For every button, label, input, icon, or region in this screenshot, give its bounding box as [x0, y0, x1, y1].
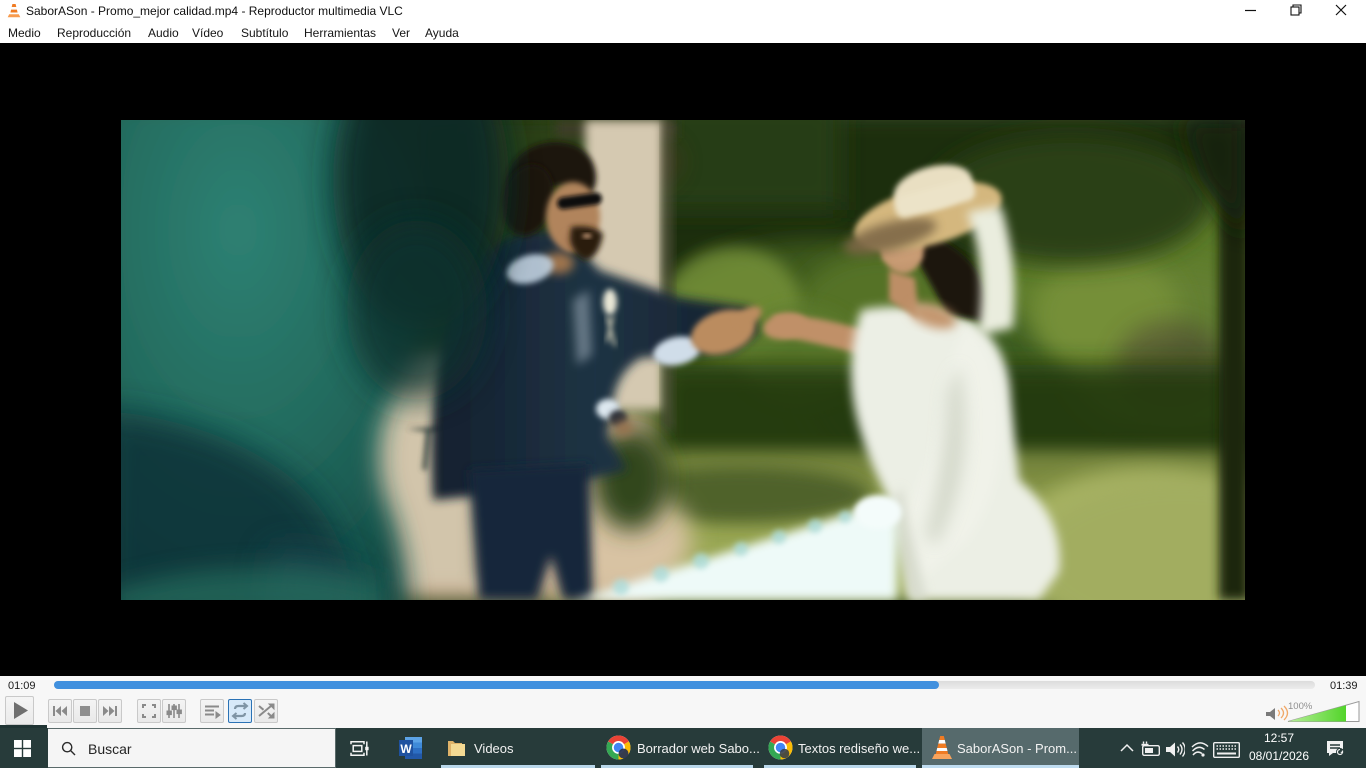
svg-text:100%: 100%	[1288, 701, 1313, 712]
svg-text:W: W	[400, 742, 412, 756]
